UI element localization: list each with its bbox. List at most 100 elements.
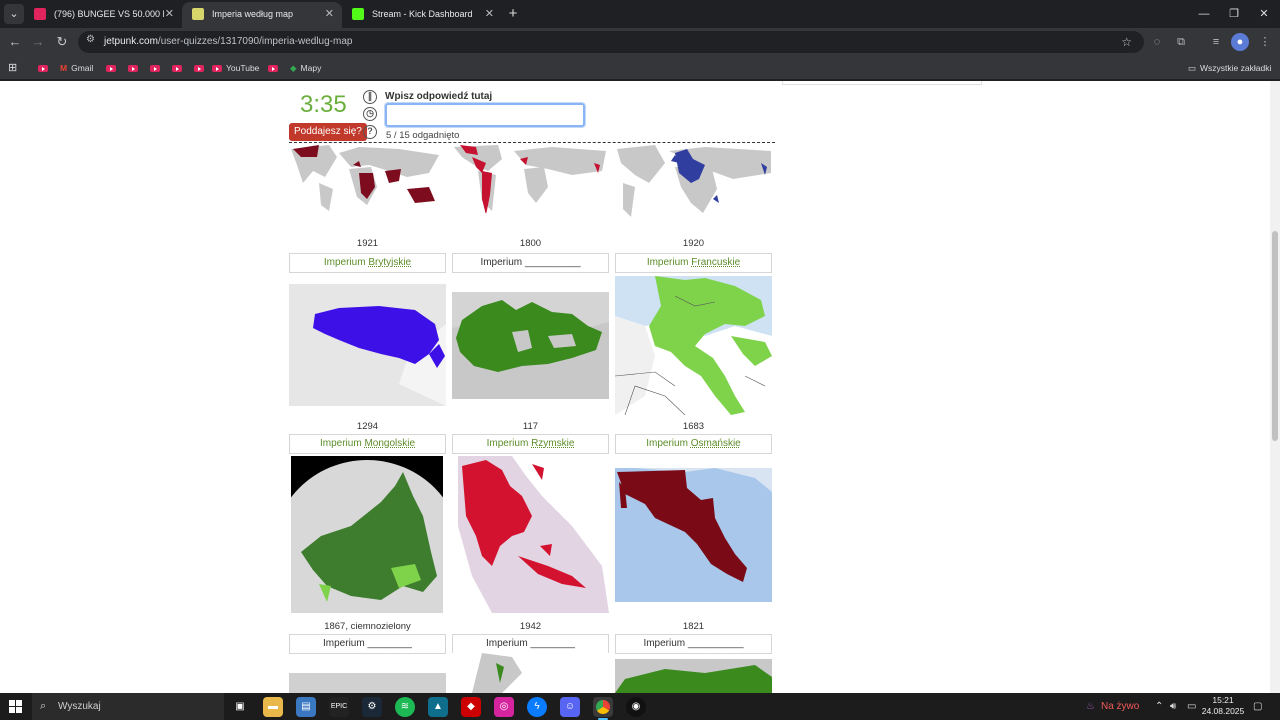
extensions-puzzle-icon[interactable]: ⧉ (1172, 33, 1190, 51)
all-bookmarks[interactable]: ▭ Wszystkie zakładki (1188, 56, 1271, 80)
give-up-button[interactable]: Poddajesz się? (289, 123, 367, 141)
answer-prompt: Wpisz odpowiedź tutaj (385, 91, 493, 102)
tile-caption: 1294 (356, 421, 379, 432)
apps-grid-icon[interactable]: ⊞ (8, 56, 17, 80)
tile-caption: 1821 (682, 621, 705, 632)
tab-strip: ⌄ (796) BUNGEE VS 50.000 KCAL ✕ Imperia … (0, 0, 1280, 28)
tile-caption: 1867, ciemnozielony (324, 621, 411, 632)
forward-arrow-icon[interactable]: → (28, 32, 48, 52)
tile-caption: 1921 (356, 238, 379, 249)
tab-title: Stream - Kick Dashboard (372, 9, 473, 19)
map-image-russian (291, 456, 443, 613)
map-image-mexican (615, 468, 772, 602)
app-icon[interactable]: ▤ (296, 697, 316, 717)
tile-caption: 117 (522, 421, 539, 432)
map-image-french (615, 143, 772, 217)
app-icon[interactable]: ▲ (428, 697, 448, 717)
tile-answer: Imperium Brytyjskie (289, 253, 446, 273)
more-menu-icon[interactable]: ⋮ (1256, 33, 1274, 51)
task-view-icon[interactable]: ▣ (230, 697, 250, 717)
tile-answer: Imperium ________ (289, 634, 446, 654)
youtube-icon (38, 65, 48, 73)
quiz-timer: 3:35 (300, 91, 347, 118)
url-text[interactable]: jetpunk.com/user-quizzes/1317090/imperia… (104, 31, 352, 53)
tile-caption: 1942 (519, 621, 542, 632)
bookmark-youtube-main[interactable]: YouTube (212, 56, 259, 80)
address-bar[interactable]: ⚙ jetpunk.com/user-quizzes/1317090/imper… (78, 31, 1144, 53)
obs-icon[interactable]: ◉ (626, 697, 646, 717)
site-info-icon[interactable]: ⚙ (86, 34, 100, 48)
restore-button[interactable]: ❐ (1219, 5, 1249, 23)
network-icon[interactable]: ▭ (1187, 693, 1196, 720)
volume-icon[interactable]: 🔊︎ (1170, 693, 1176, 720)
media-control-icon[interactable]: ≡ (1207, 33, 1225, 51)
file-explorer-icon[interactable]: ▬ (263, 697, 283, 717)
sidebar-panel (782, 81, 982, 85)
extension-spinner-icon[interactable]: ◌ (1148, 33, 1166, 51)
tab-search-button[interactable]: ⌄ (4, 4, 24, 24)
close-tab-icon[interactable]: ✕ (325, 2, 334, 26)
page-scrollbar[interactable] (1270, 81, 1280, 693)
bookmark-youtube-3[interactable] (128, 56, 142, 80)
jetpunk-favicon-icon (192, 8, 204, 20)
maps-pin-icon: ◆ (290, 63, 297, 73)
bookmark-youtube-1[interactable] (38, 56, 52, 80)
map-image-roman (452, 292, 609, 399)
epic-games-icon[interactable]: EPIC (329, 697, 349, 717)
answer-input[interactable] (384, 102, 586, 128)
new-tab-button[interactable]: + (505, 4, 521, 24)
clock-icon[interactable]: ◷ (363, 107, 377, 121)
live-indicator[interactable]: ♨ Na żywo (1086, 693, 1139, 720)
bookmarks-bar: ⊞ M Gmail YouTube ◆ Mapy ▭ Wszystkie zakład… (0, 56, 1280, 80)
messenger-icon[interactable]: ϟ (527, 697, 547, 717)
tab-quiz[interactable]: Imperia według map ✕ (182, 2, 342, 28)
minimize-button[interactable]: — (1189, 5, 1219, 23)
scrollbar-thumb[interactable] (1272, 231, 1278, 441)
tile-answer: Imperium Rzymskie (452, 434, 609, 454)
bookmark-maps[interactable]: ◆ Mapy (290, 56, 321, 80)
tab-youtube[interactable]: (796) BUNGEE VS 50.000 KCAL ✕ (24, 2, 182, 28)
taskbar-clock[interactable]: 15:21 24.08.2025 (1200, 695, 1246, 717)
bookmark-star-icon[interactable]: ☆ (1121, 31, 1132, 53)
tile-caption: 1920 (682, 238, 705, 249)
map-image-ottoman (615, 276, 772, 415)
back-arrow-icon[interactable]: ← (5, 32, 25, 52)
help-icon[interactable]: ? (363, 125, 377, 139)
steam-icon[interactable]: ⚙ (362, 697, 382, 717)
tab-title: Imperia według map (212, 9, 294, 19)
windows-start-icon[interactable] (9, 700, 22, 713)
tile-answer: Imperium Francuskie (615, 253, 772, 273)
map-image-british (289, 143, 446, 213)
discord-icon[interactable]: ☺ (560, 697, 580, 717)
close-tab-icon[interactable]: ✕ (485, 2, 494, 26)
close-window-button[interactable]: ✕ (1249, 5, 1279, 23)
bookmark-youtube-2[interactable] (106, 56, 120, 80)
bookmark-youtube-5[interactable] (172, 56, 186, 80)
close-tab-icon[interactable]: ✕ (165, 2, 174, 26)
bookmark-youtube-7[interactable] (268, 56, 282, 80)
map-image-spanish (452, 143, 609, 213)
profile-avatar-icon[interactable]: ● (1231, 33, 1249, 51)
youtube-icon (172, 65, 182, 73)
broadcast-icon: ♨ (1086, 701, 1095, 712)
app-icon[interactable]: ◆ (461, 697, 481, 717)
bookmark-youtube-6[interactable] (194, 56, 208, 80)
notifications-icon[interactable]: ▢ (1253, 693, 1262, 720)
map-image-japanese (452, 456, 609, 613)
pause-icon[interactable]: ∥ (363, 90, 377, 104)
tab-kick[interactable]: Stream - Kick Dashboard ✕ (342, 2, 502, 28)
youtube-icon (106, 65, 116, 73)
reload-icon[interactable]: ↻ (52, 32, 72, 52)
map-image-mongol (289, 284, 446, 406)
youtube-icon (128, 65, 138, 73)
tray-overflow-icon[interactable]: ⌃ (1155, 693, 1163, 720)
taskbar-search[interactable]: ⌕ Wyszukaj (32, 693, 224, 720)
tile-answer: Imperium __________ (452, 253, 609, 273)
tab-title: (796) BUNGEE VS 50.000 KCAL (54, 9, 164, 19)
tile-answer: Imperium Osmańskie (615, 434, 772, 454)
bookmark-gmail[interactable]: M Gmail (60, 56, 93, 80)
spotify-icon[interactable]: ≋ (395, 697, 415, 717)
chrome-icon[interactable] (593, 697, 613, 720)
instagram-icon[interactable]: ◎ (494, 697, 514, 717)
bookmark-youtube-4[interactable] (150, 56, 164, 80)
